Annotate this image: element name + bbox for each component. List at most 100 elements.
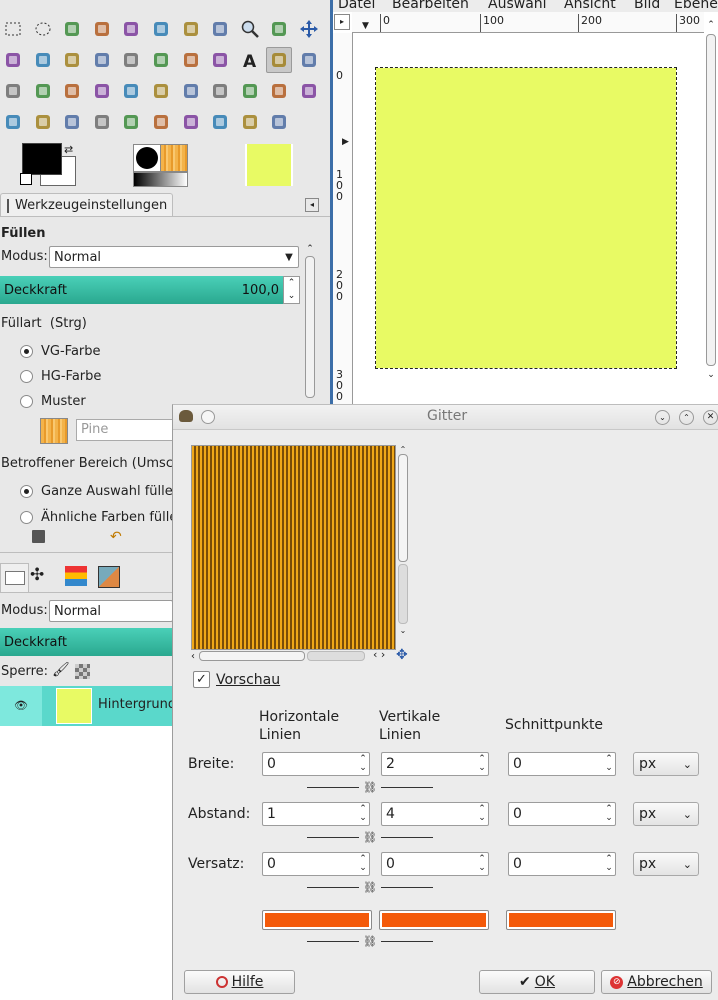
offset-unit-select[interactable]: px ⌄ <box>633 852 699 876</box>
threshold-icon[interactable] <box>118 109 144 135</box>
flip-icon[interactable] <box>178 47 204 73</box>
layer-name[interactable]: Hintergrund <box>98 697 176 712</box>
text-icon[interactable]: A <box>237 47 263 73</box>
perspective-clone-icon[interactable] <box>207 78 233 104</box>
default-colors-icon[interactable] <box>20 173 32 185</box>
desaturate-icon[interactable] <box>266 109 292 135</box>
lasso-icon[interactable] <box>59 16 85 42</box>
minimize-icon[interactable]: ⌄ <box>655 410 670 425</box>
blend-icon[interactable] <box>296 47 322 73</box>
color-balance-icon[interactable] <box>59 109 85 135</box>
pattern-name-field[interactable]: Pine <box>76 419 176 441</box>
intersection-color-button[interactable] <box>506 910 616 930</box>
spacing-intersection-spin[interactable]: 0 ⌃ ⌄ <box>508 802 616 826</box>
gradient-preview[interactable] <box>133 172 188 187</box>
zoom-icon[interactable] <box>237 16 263 42</box>
spacing-horizontal-spin[interactable]: 1 ⌃ ⌄ <box>262 802 370 826</box>
radio-bg-color[interactable]: HG-Farbe <box>20 369 101 384</box>
tool-options-scrollbar[interactable]: ⌃ <box>303 244 317 406</box>
align-icon[interactable] <box>0 47 26 73</box>
brightness-icon[interactable] <box>178 109 204 135</box>
heal-icon[interactable] <box>178 78 204 104</box>
airbrush-icon[interactable] <box>89 78 115 104</box>
cage-icon[interactable] <box>207 47 233 73</box>
posterize-icon[interactable] <box>237 109 263 135</box>
vertical-color-button[interactable] <box>379 910 489 930</box>
rect-select-icon[interactable] <box>0 16 26 42</box>
vertical-ruler[interactable]: 0 ▶ 100 200 300 <box>333 33 353 405</box>
preview-checkbox[interactable]: ✓ <box>193 671 210 688</box>
dialog-titlebar[interactable]: Gitter ⌄ ⌃ ✕ <box>173 405 718 430</box>
ellipse-select-icon[interactable] <box>30 16 56 42</box>
width-intersection-spin[interactable]: 0 ⌃ ⌄ <box>508 752 616 776</box>
layers-mode-select[interactable]: Normal <box>49 600 173 622</box>
restore-options-icon[interactable]: ↶ <box>110 529 122 545</box>
crop-icon[interactable] <box>30 47 56 73</box>
cancel-button[interactable]: ⊘ Abbrechen <box>601 970 712 994</box>
radio-fill-similar[interactable]: Ähnliche Farben fülle <box>20 510 177 525</box>
rotate-icon[interactable] <box>59 47 85 73</box>
color-picker-icon[interactable] <box>207 16 233 42</box>
spacing-vertical-spin[interactable]: 4 ⌃ ⌄ <box>381 802 489 826</box>
horizontal-color-button[interactable] <box>262 910 372 930</box>
measure-icon[interactable] <box>266 16 292 42</box>
visibility-eye-icon[interactable]: 👁 <box>0 686 42 726</box>
image-canvas[interactable] <box>375 67 677 369</box>
menu-datei[interactable]: Datei <box>338 0 375 12</box>
menu-ebene[interactable]: Ebene <box>674 0 718 12</box>
perspective-icon[interactable] <box>148 47 174 73</box>
offset-vertical-spin[interactable]: 0 ⌃ ⌄ <box>381 852 489 876</box>
offset-horizontal-spin[interactable]: 0 ⌃ ⌄ <box>262 852 370 876</box>
preview-nav-arrows[interactable]: ‹ › <box>373 648 385 661</box>
save-options-icon[interactable] <box>32 530 45 543</box>
quickmask-corner[interactable]: ▸ <box>334 14 350 30</box>
help-button[interactable]: Hilfe <box>184 970 295 994</box>
width-vertical-spin[interactable]: 2 ⌃ ⌄ <box>381 752 489 776</box>
layer-row[interactable]: 👁 Hintergrund <box>0 686 176 726</box>
configure-tab-icon[interactable]: ◂ <box>305 198 319 212</box>
lock-alpha-icon[interactable] <box>75 664 90 679</box>
menu-bild[interactable]: Bild <box>634 0 660 12</box>
ink-icon[interactable] <box>118 78 144 104</box>
scale-icon[interactable] <box>89 47 115 73</box>
opacity-spin-arrows[interactable]: ⌃ ⌄ <box>283 276 300 304</box>
magic-wand-icon[interactable] <box>89 16 115 42</box>
brush-preview[interactable] <box>133 144 161 172</box>
width-chain-icon[interactable]: ⛓ <box>307 781 433 794</box>
radio-pattern[interactable]: Muster <box>20 394 86 409</box>
width-horizontal-spin[interactable]: 0 ⌃ ⌄ <box>262 752 370 776</box>
menu-bearbeiten[interactable]: Bearbeiten <box>392 0 469 12</box>
paintbrush-icon[interactable] <box>30 78 56 104</box>
swap-colors-icon[interactable]: ⇄ <box>64 143 73 156</box>
images-tab[interactable] <box>98 566 120 588</box>
foreground-color-swatch[interactable] <box>22 143 62 175</box>
preview-vscroll[interactable]: ⌃ ⌄ <box>396 445 410 648</box>
spacing-chain-icon[interactable]: ⛓ <box>307 831 433 844</box>
close-icon[interactable]: ✕ <box>703 410 718 425</box>
levels-icon[interactable] <box>30 109 56 135</box>
radio-fill-selection[interactable]: Ganze Auswahl füllen <box>20 484 181 499</box>
offset-chain-icon[interactable]: ⛓ <box>307 881 433 894</box>
mode-select[interactable]: Normal ▼ <box>49 246 299 268</box>
channels-tab[interactable]: ✣ <box>30 565 44 585</box>
color-chain-icon[interactable]: ⛓ <box>307 935 433 948</box>
scissors-icon[interactable] <box>148 16 174 42</box>
pattern-preview[interactable] <box>160 144 188 172</box>
tool-options-tab[interactable]: Werkzeugeinstellungen <box>0 193 173 217</box>
foreground-select-icon[interactable] <box>178 16 204 42</box>
menu-ansicht[interactable]: Ansicht <box>564 0 616 12</box>
preview-area[interactable] <box>191 445 396 650</box>
window-menu-icon[interactable] <box>201 410 215 424</box>
blur-icon[interactable] <box>237 78 263 104</box>
eraser-icon[interactable] <box>59 78 85 104</box>
bucket-fill-icon[interactable] <box>266 47 293 73</box>
menu-auswahl[interactable]: Auswahl <box>488 0 547 12</box>
vertical-scrollbar[interactable]: ⌃ ⌄ <box>704 20 718 405</box>
paths-icon[interactable] <box>0 109 26 135</box>
hue-saturation-icon[interactable] <box>89 109 115 135</box>
pattern-button[interactable] <box>40 418 68 444</box>
maximize-icon[interactable]: ⌃ <box>679 410 694 425</box>
navigate-icon[interactable]: ✥ <box>396 647 408 663</box>
width-unit-select[interactable]: px ⌄ <box>633 752 699 776</box>
dodge-icon[interactable] <box>296 78 322 104</box>
